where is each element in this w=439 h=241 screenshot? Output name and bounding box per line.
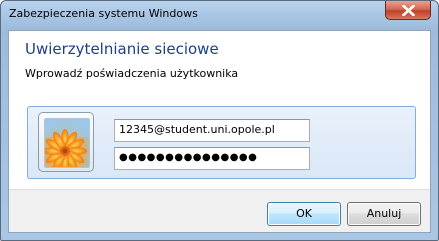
window-title: Zabezpieczenia systemu Windows — [9, 7, 198, 20]
username-field[interactable]: 12345@student.uni.opole.pl — [114, 119, 310, 142]
title-bar[interactable]: Zabezpieczenia systemu Windows — [1, 1, 438, 29]
dialog-window: Zabezpieczenia systemu Windows Uwierzyte… — [0, 0, 439, 241]
dialog-subheading: Wprowadź poświadczenia użytkownika — [25, 67, 239, 80]
password-field[interactable]: ●●●●●●●●●●●●●●● — [114, 147, 310, 170]
close-button[interactable] — [385, 1, 431, 20]
button-bar: OK Anuluj — [9, 189, 430, 232]
flower-avatar-icon — [45, 119, 89, 167]
dialog-content: Uwierzytelnianie sieciowe Wprowadź poświ… — [8, 30, 431, 233]
credential-tile: 12345@student.uni.opole.pl ●●●●●●●●●●●●●… — [27, 106, 416, 179]
ok-button[interactable]: OK — [267, 202, 341, 226]
close-icon — [402, 5, 415, 16]
dialog-heading: Uwierzytelnianie sieciowe — [25, 40, 219, 58]
dialog-header: Uwierzytelnianie sieciowe Wprowadź poświ… — [9, 31, 430, 93]
cancel-button[interactable]: Anuluj — [347, 202, 421, 226]
user-avatar — [44, 118, 90, 168]
user-tile-frame — [38, 112, 94, 172]
